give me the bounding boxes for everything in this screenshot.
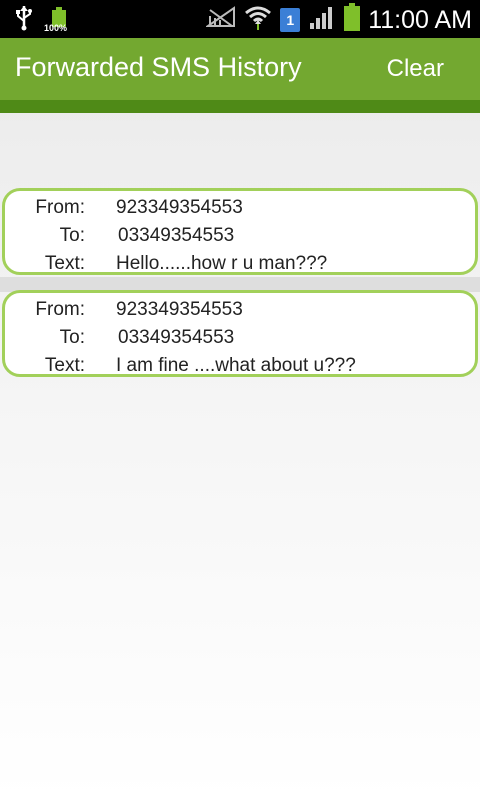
clock-time: 11:00 AM [368, 5, 472, 34]
to-label: To: [59, 327, 85, 348]
status-bar: 100% 1 11:00 AM [0, 0, 480, 38]
page-title: Forwarded SMS History [15, 52, 302, 82]
wifi-icon [244, 4, 272, 35]
cell-signal-icon [308, 5, 336, 34]
sms-history-item[interactable]: From: 923349354553 To: 03349354553 Text:… [2, 188, 478, 275]
no-signal-icon [205, 6, 236, 33]
from-value: 923349354553 [116, 299, 243, 320]
sim-icon: 1 [280, 7, 301, 32]
clear-button[interactable]: Clear [387, 55, 444, 83]
from-label: From: [35, 197, 85, 218]
text-label: Text: [44, 253, 85, 274]
text-row: Text: I am fine ....what about u??? [5, 355, 475, 381]
action-bar-divider [0, 100, 480, 113]
to-label: To: [59, 225, 85, 246]
from-row: From: 923349354553 [5, 197, 475, 223]
to-value: 03349354553 [118, 225, 235, 246]
text-value: Hello......how r u man??? [116, 253, 328, 274]
sms-history-list: From: 923349354553 To: 03349354553 Text:… [0, 188, 480, 377]
action-bar: Forwarded SMS History Clear [0, 38, 480, 100]
to-value: 03349354553 [118, 327, 235, 348]
from-row: From: 923349354553 [5, 299, 475, 325]
battery-charging-icon: 100% [44, 6, 70, 35]
to-row: To: 03349354553 [5, 327, 475, 353]
to-row: To: 03349354553 [5, 225, 475, 251]
text-value: I am fine ....what about u??? [116, 355, 356, 376]
from-label: From: [35, 299, 85, 320]
battery-percent-text: 100% [44, 22, 68, 33]
usb-icon [14, 5, 34, 36]
from-value: 923349354553 [116, 197, 243, 218]
text-row: Text: Hello......how r u man??? [5, 253, 475, 279]
sms-history-item[interactable]: From: 923349354553 To: 03349354553 Text:… [2, 290, 478, 377]
text-label: Text: [44, 355, 85, 376]
battery-icon [344, 3, 361, 36]
